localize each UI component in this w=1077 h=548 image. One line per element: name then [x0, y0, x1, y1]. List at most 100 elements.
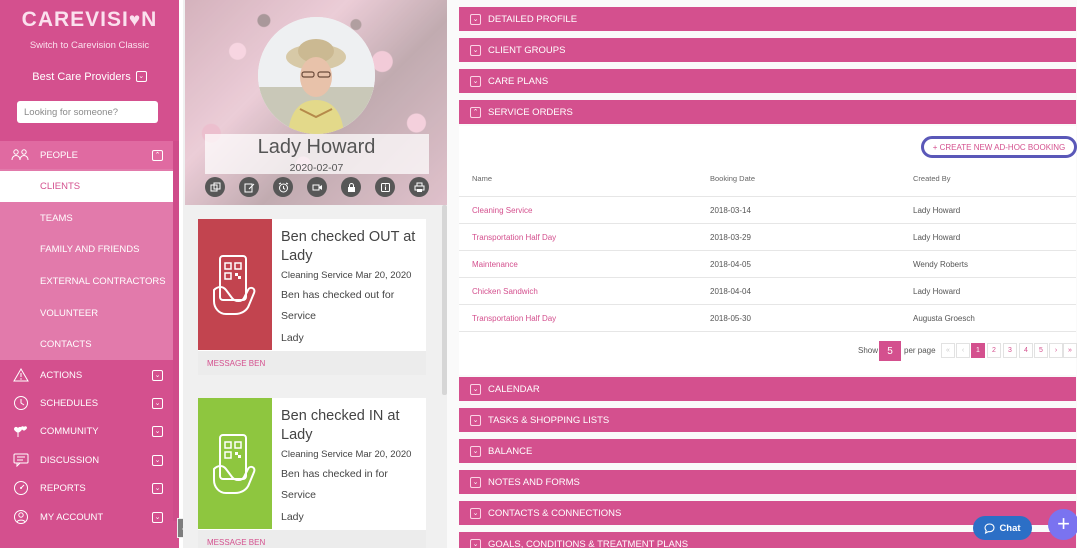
chevron-down-icon: ⌄: [135, 70, 147, 82]
search-input[interactable]: [17, 101, 158, 123]
section-calendar[interactable]: ⌄ CALENDAR: [459, 377, 1076, 401]
link-icon[interactable]: [205, 177, 225, 197]
page-first-button[interactable]: «: [941, 343, 955, 358]
order-name-link[interactable]: Cleaning Service: [472, 206, 532, 215]
section-care-plans[interactable]: ⌄ CARE PLANS: [459, 69, 1076, 93]
chevron-down-icon[interactable]: ⌄: [152, 482, 163, 494]
nav-discussion[interactable]: DISCUSSION ⌄: [0, 446, 173, 474]
sidebar: CAREVISI♥N Switch to Carevision Classic …: [0, 0, 179, 548]
page-next-button[interactable]: ›: [1049, 343, 1063, 358]
chevron-down-icon[interactable]: ⌄: [152, 454, 163, 466]
section-balance[interactable]: ⌄ BALANCE: [459, 439, 1076, 463]
card-meta: Cleaning Service Mar 20, 2020: [281, 270, 412, 281]
section-notes-and-forms[interactable]: ⌄ NOTES AND FORMS: [459, 470, 1076, 494]
sidebar-item-volunteer[interactable]: VOLUNTEER: [0, 298, 173, 329]
order-name-link[interactable]: Transportation Half Day: [472, 233, 556, 242]
edit-icon[interactable]: [239, 177, 259, 197]
order-name-link[interactable]: Transportation Half Day: [472, 314, 556, 323]
order-date: 2018-03-29: [710, 233, 751, 242]
message-ben-link[interactable]: MESSAGE BEN: [198, 530, 426, 548]
warning-icon: [11, 367, 31, 383]
client-date: 2020-02-07: [289, 162, 344, 174]
page-size-select[interactable]: 5: [879, 341, 901, 361]
plus-icon: +: [1057, 511, 1070, 536]
carevision-logo[interactable]: CAREVISI♥N: [0, 8, 179, 32]
section-label: GOALS, CONDITIONS & TREATMENT PLANS: [488, 538, 689, 548]
clock-icon: [11, 395, 31, 411]
nav-my-account[interactable]: MY ACCOUNT ⌄: [0, 503, 173, 531]
print-icon[interactable]: [409, 177, 429, 197]
section-service-orders[interactable]: ⌃ SERVICE ORDERS: [459, 100, 1076, 124]
order-name-link[interactable]: Maintenance: [472, 260, 518, 269]
section-tasks-shopping-lists[interactable]: ⌄ TASKS & SHOPPING LISTS: [459, 408, 1076, 432]
section-label: CALENDAR: [488, 383, 540, 395]
lock-icon[interactable]: [341, 177, 361, 197]
order-created-by: Lady Howard: [913, 233, 961, 242]
page-4-button[interactable]: 4: [1019, 343, 1033, 358]
service-orders-panel: + CREATE NEW AD-HOC BOOKING Name Booking…: [459, 126, 1077, 375]
column-header-created-by[interactable]: Created By: [913, 174, 951, 183]
chevron-down-icon[interactable]: ⌄: [152, 425, 163, 437]
order-date: 2018-03-14: [710, 206, 751, 215]
sidebar-item-clients[interactable]: CLIENTS: [0, 171, 173, 202]
add-fab-button[interactable]: +: [1048, 509, 1077, 540]
chat-button[interactable]: Chat: [973, 516, 1032, 540]
card-description-tail: Lady: [281, 332, 304, 344]
column-header-name[interactable]: Name: [472, 174, 492, 183]
nav-actions[interactable]: ACTIONS ⌄: [0, 361, 173, 389]
section-label: DETAILED PROFILE: [488, 13, 578, 25]
info-icon[interactable]: [375, 177, 395, 197]
chat-icon: [11, 452, 31, 468]
page-1-button[interactable]: 1: [971, 343, 985, 358]
order-created-by: Wendy Roberts: [913, 260, 968, 269]
sidebar-item-contacts[interactable]: CONTACTS: [0, 329, 173, 360]
section-label: CARE PLANS: [488, 75, 549, 87]
chevron-up-icon: ⌃: [470, 106, 481, 118]
chat-label: Chat: [999, 522, 1021, 534]
video-icon[interactable]: [307, 177, 327, 197]
alarm-icon[interactable]: [273, 177, 293, 197]
chevron-down-icon[interactable]: ⌄: [152, 397, 163, 409]
chevron-up-icon[interactable]: ⌃: [152, 149, 163, 161]
section-detailed-profile[interactable]: ⌄ DETAILED PROFILE: [459, 7, 1076, 31]
sidebar-item-external-contractors[interactable]: EXTERNAL CONTRACTORS: [0, 266, 173, 297]
nav-schedules[interactable]: SCHEDULES ⌄: [0, 389, 173, 417]
qr-scan-icon: [213, 254, 256, 315]
activity-scrollbar[interactable]: [442, 205, 447, 395]
avatar[interactable]: [258, 17, 375, 134]
nav-people[interactable]: PEOPLE ⌃: [0, 141, 173, 169]
order-date: 2018-04-04: [710, 287, 751, 296]
sidebar-scrollbar[interactable]: [173, 141, 179, 521]
column-header-booking-date[interactable]: Booking Date: [710, 174, 755, 183]
card-title: Ben checked IN at Lady: [281, 408, 400, 443]
page-3-button[interactable]: 3: [1003, 343, 1017, 358]
order-date: 2018-04-05: [710, 260, 751, 269]
nav-reports-label: REPORTS: [40, 482, 86, 494]
profile-sections: ⌄ DETAILED PROFILE ⌄ CLIENT GROUPS ⌄ CARE P…: [458, 0, 1077, 548]
page-prev-button[interactable]: ‹: [956, 343, 970, 358]
nav-community[interactable]: COMMUNITY ⌄: [0, 417, 173, 445]
section-client-groups[interactable]: ⌄ CLIENT GROUPS: [459, 38, 1076, 62]
page-last-button[interactable]: »: [1063, 343, 1077, 358]
create-ad-hoc-booking-button[interactable]: + CREATE NEW AD-HOC BOOKING: [921, 136, 1077, 158]
org-selector[interactable]: Best Care Providers ⌄: [0, 70, 179, 83]
switch-classic-link[interactable]: Switch to Carevision Classic: [0, 40, 179, 51]
message-ben-link[interactable]: MESSAGE BEN: [198, 351, 426, 375]
nav-reports[interactable]: REPORTS ⌄: [0, 474, 173, 502]
order-name-link[interactable]: Chicken Sandwich: [472, 287, 538, 296]
section-label: CLIENT GROUPS: [488, 44, 566, 56]
people-submenu: CLIENTS TEAMS FAMILY AND FRIENDS EXTERNA…: [0, 169, 173, 360]
order-created-by: Augusta Groesch: [913, 314, 975, 323]
chevron-down-icon[interactable]: ⌄: [152, 511, 163, 523]
client-name: Lady Howard: [257, 136, 376, 158]
show-label: Show: [858, 346, 879, 355]
sidebar-item-teams[interactable]: TEAMS: [0, 203, 173, 234]
sidebar-item-family-and-friends[interactable]: FAMILY AND FRIENDS: [0, 234, 173, 265]
nav-discussion-label: DISCUSSION: [40, 454, 100, 466]
chevron-down-icon[interactable]: ⌄: [152, 369, 163, 381]
app-root: CAREVISI♥N Switch to Carevision Classic …: [0, 0, 1077, 548]
page-2-button[interactable]: 2: [987, 343, 1001, 358]
activity-card: Ben checked OUT at Lady Cleaning Service…: [198, 219, 426, 375]
order-date: 2018-05-30: [710, 314, 751, 323]
page-5-button[interactable]: 5: [1034, 343, 1048, 358]
